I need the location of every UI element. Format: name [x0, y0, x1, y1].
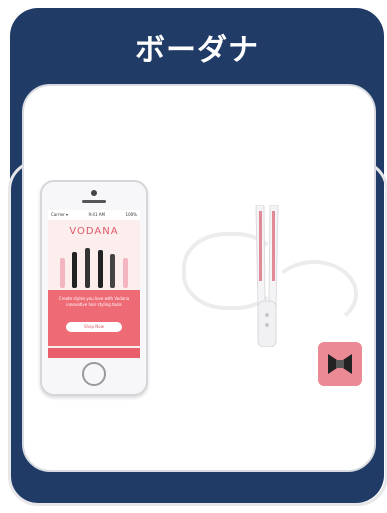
- status-bar: Carrier ▾ 9:41 AM 100%: [48, 210, 140, 220]
- tools-illustration: [56, 246, 132, 288]
- tool-icon: [59, 258, 65, 288]
- brand-logo: VODANA: [69, 226, 119, 237]
- speaker-grille: [82, 200, 106, 203]
- status-battery: 100%: [125, 212, 137, 217]
- status-carrier: Carrier ▾: [51, 212, 68, 217]
- promo-text: Create styles you love with Vodana innov…: [58, 296, 130, 307]
- tool-icon: [97, 250, 103, 288]
- tool-icon: [110, 254, 116, 288]
- card-header-title: ボーダナ: [135, 33, 259, 68]
- phone-screen: Carrier ▾ 9:41 AM 100% VODANA Create sty…: [48, 210, 140, 358]
- home-button-icon: [82, 362, 106, 386]
- tool-icon: [72, 252, 78, 288]
- status-time: 9:41 AM: [88, 212, 105, 217]
- tool-icon: [123, 258, 129, 288]
- product-badge-icon: [318, 342, 362, 386]
- shop-now-button[interactable]: Shop Now: [66, 322, 122, 332]
- bottom-tab-bar: [48, 348, 140, 358]
- tool-icon: [85, 248, 91, 288]
- bow-icon: [328, 354, 352, 374]
- camera-icon: [91, 190, 97, 196]
- hair-straightener-icon: [255, 205, 279, 347]
- phone-device-image: Carrier ▾ 9:41 AM 100% VODANA Create sty…: [40, 180, 148, 396]
